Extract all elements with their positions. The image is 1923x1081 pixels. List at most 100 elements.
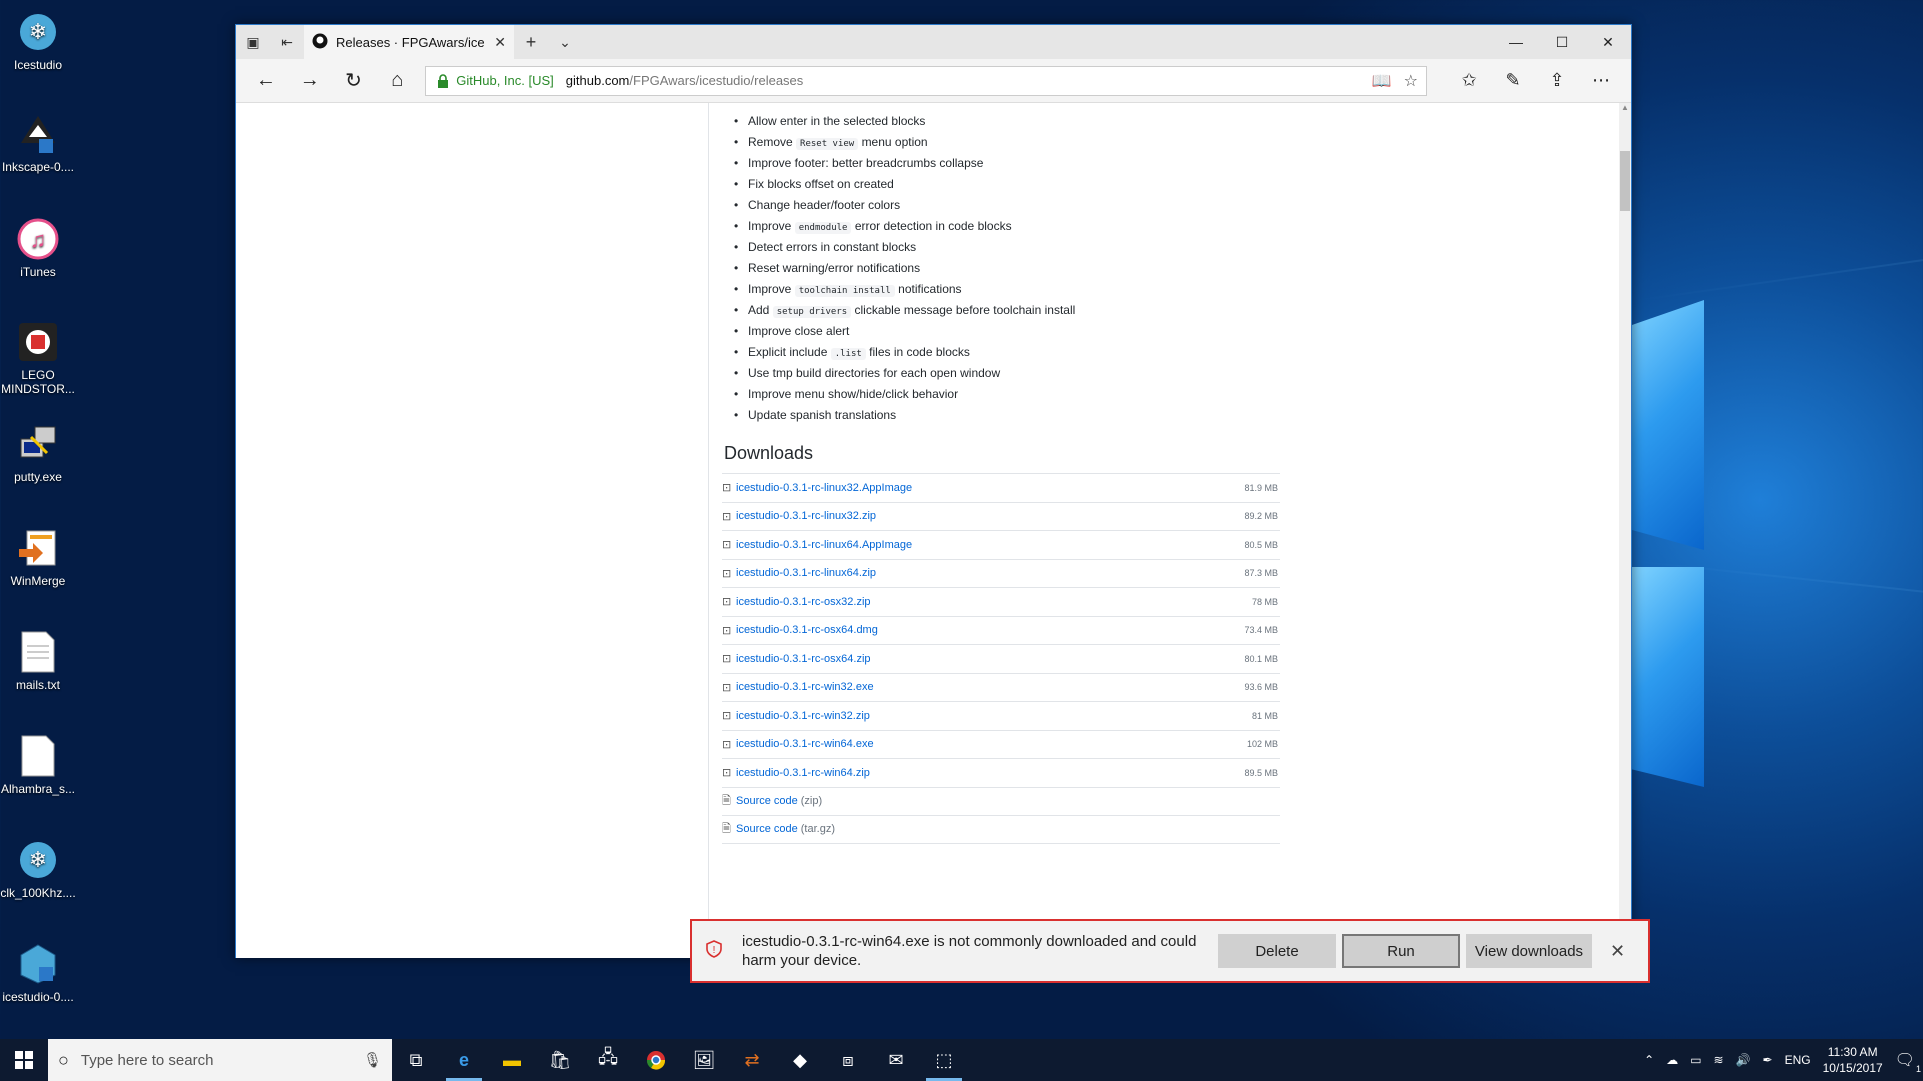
download-link[interactable]: icestudio-0.3.1-rc-win64.exe	[736, 738, 874, 750]
inkscape-taskbar-icon[interactable]: ◆	[776, 1039, 824, 1081]
run-button[interactable]: Run	[1342, 934, 1460, 968]
store-icon[interactable]: 🛍	[536, 1039, 584, 1081]
list-item: Detect errors in constant blocks	[730, 237, 1075, 258]
chevron-up-icon[interactable]: ⌃	[1644, 1053, 1654, 1067]
download-link[interactable]: icestudio-0.3.1-rc-win32.exe	[736, 681, 874, 693]
download-link[interactable]: icestudio-0.3.1-rc-linux32.zip	[736, 510, 876, 522]
desktop-icon-itunes[interactable]: ♫ iTunes	[0, 217, 76, 279]
close-warning-icon[interactable]: ✕	[1610, 941, 1625, 962]
favorites-hub-icon[interactable]: ✩	[1447, 63, 1491, 99]
scrollbar-thumb[interactable]	[1620, 151, 1630, 211]
winmerge-taskbar-icon[interactable]: ⇄	[728, 1039, 776, 1081]
file-size: 81 MB	[1251, 710, 1278, 721]
chevron-down-icon[interactable]: ⌄	[548, 25, 582, 59]
download-row[interactable]: ⊡ icestudio-0.3.1-rc-linux64.AppImage 80.5…	[722, 530, 1280, 559]
action-center-icon[interactable]: 🗨 1	[1895, 1050, 1921, 1074]
taskbar-search-box[interactable]: ○ Type here to search 🎙	[48, 1039, 392, 1081]
source-zip-link[interactable]: Source code	[736, 795, 798, 807]
desktop-icon-putty[interactable]: putty.exe	[0, 422, 76, 484]
address-bar[interactable]: GitHub, Inc. [US] github.com/FPGAwars/ic…	[425, 65, 1427, 96]
tab-releases[interactable]: Releases · FPGAwars/ice ✕	[304, 25, 514, 59]
image-viewer-icon[interactable]: 🖼	[680, 1039, 728, 1081]
vertical-scrollbar[interactable]: ▲ ▼	[1619, 103, 1631, 958]
desktop-icon-alhambra[interactable]: Alhambra_s...	[0, 734, 76, 796]
wifi-icon[interactable]: ≋	[1714, 1053, 1724, 1067]
svg-text:❄: ❄	[29, 847, 47, 872]
site-identity[interactable]: GitHub, Inc. [US]	[456, 73, 554, 88]
search-placeholder: Type here to search	[80, 1051, 214, 1069]
download-link[interactable]: icestudio-0.3.1-rc-linux32.AppImage	[736, 482, 912, 494]
view-downloads-button[interactable]: View downloads	[1466, 934, 1592, 968]
desktop-icon-clk[interactable]: ❄ clk_100Khz....	[0, 838, 76, 900]
maximize-icon[interactable]: ☐	[1539, 25, 1585, 59]
scroll-up-icon[interactable]: ▲	[1619, 103, 1631, 115]
download-link[interactable]: icestudio-0.3.1-rc-win64.zip	[736, 767, 870, 779]
microphone-icon[interactable]: 🎙	[363, 1051, 382, 1069]
minimize-icon[interactable]: —	[1493, 25, 1539, 59]
web-note-icon[interactable]: ✎	[1491, 63, 1535, 99]
start-button[interactable]	[0, 1039, 48, 1081]
desktop-icon-lego[interactable]: LEGO MINDSTOR...	[0, 320, 76, 396]
notification-count: 1	[1915, 1064, 1921, 1074]
refresh-icon[interactable]: ↻	[332, 63, 376, 99]
download-link[interactable]: icestudio-0.3.1-rc-linux64.zip	[736, 567, 876, 579]
download-row[interactable]: ⊡ icestudio-0.3.1-rc-osx32.zip 78 MB	[722, 587, 1280, 616]
onedrive-icon[interactable]: ☁	[1666, 1053, 1678, 1067]
battery-icon[interactable]: ▭	[1690, 1053, 1701, 1067]
list-item: Remove Reset view menu option	[730, 132, 1075, 153]
favorite-star-icon[interactable]: ☆	[1404, 71, 1418, 91]
close-window-icon[interactable]: ✕	[1585, 25, 1631, 59]
download-link[interactable]: icestudio-0.3.1-rc-osx32.zip	[736, 596, 871, 608]
network-tool-icon[interactable]: 🖧	[584, 1039, 632, 1081]
list-item: Improve footer: better breadcrumbs colla…	[730, 153, 1075, 174]
desktop-icon-winmerge[interactable]: WinMerge	[0, 526, 76, 588]
share-icon[interactable]: ⇪	[1535, 63, 1579, 99]
download-link[interactable]: icestudio-0.3.1-rc-linux64.AppImage	[736, 539, 912, 551]
language-indicator[interactable]: ENG	[1785, 1053, 1811, 1067]
lego-mindstorms-icon	[16, 320, 60, 364]
download-link[interactable]: icestudio-0.3.1-rc-osx64.dmg	[736, 624, 878, 636]
edge-icon[interactable]: e	[440, 1039, 488, 1081]
download-row[interactable]: ⊡ icestudio-0.3.1-rc-osx64.zip 80.1 MB	[722, 644, 1280, 673]
download-row[interactable]: ⊡ icestudio-0.3.1-rc-osx64.dmg 73.4 MB	[722, 615, 1280, 645]
download-link[interactable]: icestudio-0.3.1-rc-osx64.zip	[736, 653, 871, 665]
more-icon[interactable]: ⋯	[1579, 63, 1623, 99]
clock[interactable]: 11:30 AM 10/15/2017	[1823, 1044, 1883, 1076]
task-view-icon[interactable]: ⧉	[392, 1039, 440, 1081]
download-row[interactable]: ⊡ icestudio-0.3.1-rc-linux32.AppImage 81.9…	[722, 473, 1280, 502]
system-tray: ⌃ ☁ ▭ ≋ 🔊 ✒ ENG 11:30 AM 10/15/2017 🗨 1	[1644, 1044, 1923, 1076]
desktop-icon-inkscape[interactable]: Inkscape-0....	[0, 112, 76, 174]
forward-icon[interactable]: →	[288, 63, 332, 99]
download-row[interactable]: ⊡ icestudio-0.3.1-rc-win32.zip 81 MB	[722, 701, 1280, 730]
download-row[interactable]: ⊡ icestudio-0.3.1-rc-linux32.zip 89.2 MB	[722, 501, 1280, 531]
download-link[interactable]: icestudio-0.3.1-rc-win32.zip	[736, 710, 870, 722]
putty-icon	[16, 422, 60, 466]
desktop-icon-mails[interactable]: mails.txt	[0, 630, 76, 692]
home-icon[interactable]: ⌂	[375, 63, 419, 99]
back-icon[interactable]: ←	[244, 63, 288, 99]
mail-icon[interactable]: ✉	[872, 1039, 920, 1081]
chrome-icon[interactable]	[632, 1039, 680, 1081]
download-row[interactable]: ⊡ icestudio-0.3.1-rc-win64.zip 89.5 MB	[722, 758, 1280, 787]
download-row[interactable]: ⊡ icestudio-0.3.1-rc-win32.exe 93.6 MB	[722, 672, 1280, 702]
tab-manager-icon[interactable]: ▣	[236, 25, 270, 59]
desktop-icon-icestudio[interactable]: ❄ Icestudio	[0, 10, 76, 72]
desktop-icon-icestudio-installer[interactable]: icestudio-0....	[0, 942, 76, 1004]
list-item: Update spanish translations	[730, 405, 1075, 426]
source-row[interactable]: 🗎 Source code (tar.gz)	[722, 815, 1280, 844]
delete-button[interactable]: Delete	[1218, 934, 1336, 968]
source-targz-link[interactable]: Source code	[736, 823, 798, 835]
set-aside-tabs-icon[interactable]: ⇤	[270, 25, 304, 59]
new-tab-icon[interactable]: +	[514, 25, 548, 59]
list-item: Use tmp build directories for each open …	[730, 363, 1075, 384]
pen-icon[interactable]: ✒	[1763, 1053, 1773, 1067]
installer-taskbar-icon[interactable]: ⬚	[920, 1039, 968, 1081]
close-tab-icon[interactable]: ✕	[494, 34, 506, 51]
download-row[interactable]: ⊡ icestudio-0.3.1-rc-win64.exe 102 MB	[722, 729, 1280, 759]
download-row[interactable]: ⊡ icestudio-0.3.1-rc-linux64.zip 87.3 MB	[722, 558, 1280, 588]
app-taskbar-icon[interactable]: ⧈	[824, 1039, 872, 1081]
reading-view-icon[interactable]: 📖	[1372, 71, 1392, 91]
file-explorer-icon[interactable]: ▬	[488, 1039, 536, 1081]
source-row[interactable]: 🗎 Source code (zip)	[722, 786, 1280, 816]
volume-icon[interactable]: 🔊	[1736, 1053, 1751, 1067]
